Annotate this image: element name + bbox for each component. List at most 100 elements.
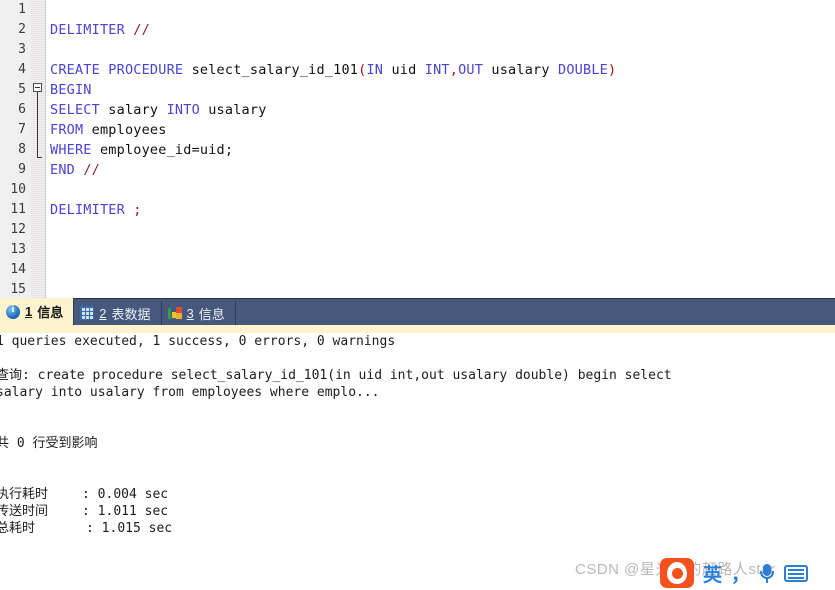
block-part <box>167 308 171 319</box>
code-token: DELIMITER <box>50 202 125 218</box>
editor-line[interactable]: 10 <box>0 180 835 200</box>
code-token: // <box>83 162 100 178</box>
result-tab-1[interactable]: 1 信息 <box>0 298 75 325</box>
line-code[interactable]: SELECT salary INTO usalary <box>50 100 267 120</box>
editor-line[interactable]: 6 SELECT salary INTO usalary <box>0 100 835 120</box>
line-number: 15 <box>10 282 26 297</box>
sql-editor[interactable]: 1 2 DELIMITER //3 4 CREATE PROCEDURE select_… <box>0 0 835 298</box>
line-number: 3 <box>18 42 26 57</box>
editor-line[interactable]: 3 <box>0 40 835 60</box>
block-part <box>175 313 182 319</box>
info-icon <box>6 304 20 319</box>
sogou-ime-toolbar[interactable]: 英 ， <box>660 556 835 590</box>
code-token: // <box>133 22 150 38</box>
line-number: 5 <box>18 82 26 97</box>
line-number: 9 <box>18 162 26 177</box>
line-number: 6 <box>18 102 26 117</box>
code-token: employees <box>83 122 167 138</box>
code-token: PROCEDURE <box>108 62 184 78</box>
tab-index: 1 <box>25 304 33 319</box>
code-token: OUT <box>458 62 484 78</box>
code-token: INT <box>424 62 450 78</box>
editor-line[interactable]: 5 BEGIN <box>0 80 835 100</box>
code-token: INTO <box>166 102 200 118</box>
timing-label: 执行耗时 <box>0 487 49 502</box>
code-token: ; <box>133 202 142 218</box>
line-number: 2 <box>18 22 26 37</box>
timing-value: : 1.015 sec <box>86 521 173 536</box>
code-token: SELECT <box>50 102 100 118</box>
editor-line[interactable]: 9 END // <box>0 160 835 180</box>
mysql-client-window: 1 2 DELIMITER //3 4 CREATE PROCEDURE select_… <box>0 0 835 590</box>
code-token: usalary <box>199 102 267 118</box>
code-token: DOUBLE <box>558 62 608 78</box>
line-number: 8 <box>18 142 26 157</box>
timing-label: 总耗时 <box>0 521 36 536</box>
line-code[interactable]: BEGIN <box>50 80 92 100</box>
keyboard-icon[interactable] <box>784 564 809 582</box>
timing-value: : 1.011 sec <box>82 504 169 519</box>
code-token: usalary <box>483 62 559 78</box>
code-token: select_salary_id_101 <box>183 62 359 78</box>
editor-line[interactable]: 1 <box>0 0 835 20</box>
line-number: 13 <box>10 242 26 257</box>
code-token: CREATE <box>50 62 100 78</box>
result-message-panel[interactable]: 1 queries executed, 1 success, 0 errors,… <box>0 333 835 590</box>
result-query-line-1: 查询: create procedure select_salary_id_10… <box>0 368 672 383</box>
editor-line[interactable]: 2 DELIMITER // <box>0 20 835 40</box>
sogou-logo-icon[interactable] <box>660 558 694 588</box>
editor-line[interactable]: 13 <box>0 240 835 260</box>
line-code[interactable]: DELIMITER // <box>50 20 150 40</box>
grid-icon <box>80 306 95 320</box>
editor-line[interactable]: 8 WHERE employee_id=uid; <box>0 140 835 160</box>
ime-punctuation-toggle[interactable]: ， <box>731 560 750 587</box>
timing-value: : 0.004 sec <box>82 487 169 502</box>
line-code[interactable]: CREATE PROCEDURE select_salary_id_101(IN… <box>50 60 616 80</box>
editor-lines[interactable]: 1 2 DELIMITER //3 4 CREATE PROCEDURE select_… <box>0 0 835 298</box>
fold-toggle-begin-end[interactable] <box>33 83 42 92</box>
ime-mode-toggle[interactable]: 英 <box>703 560 722 587</box>
timing-row: 传送时间 : 1.011 sec <box>0 503 835 520</box>
result-query-line-2: salary into usalary from employees where… <box>0 385 380 400</box>
result-affected-rows: 共 0 行受到影响 <box>0 436 98 451</box>
timing-label: 传送时间 <box>0 504 49 519</box>
result-tab-bar[interactable]: 1信息2表数据3信息 <box>0 298 835 325</box>
code-token: WHERE <box>50 142 92 158</box>
result-tab-2[interactable]: 2 表数据 <box>74 301 162 325</box>
result-tab-3[interactable]: 3 信息 <box>162 301 236 325</box>
line-code[interactable]: WHERE employee_id=uid; <box>50 140 233 160</box>
editor-line[interactable]: 15 <box>0 280 835 298</box>
code-token: ) <box>607 62 617 78</box>
tab-label: 信息 <box>37 305 64 320</box>
line-code[interactable]: END // <box>50 160 100 180</box>
line-number: 4 <box>18 62 26 77</box>
line-number: 7 <box>18 122 26 137</box>
line-code[interactable]: DELIMITER ; <box>50 200 142 220</box>
line-code[interactable]: FROM employees <box>50 120 167 140</box>
tab-index: 3 <box>186 305 194 321</box>
code-token: END <box>50 162 75 178</box>
microphone-icon[interactable] <box>759 562 775 584</box>
tab-label: 信息 <box>198 306 225 322</box>
editor-line[interactable]: 14 <box>0 260 835 280</box>
code-token: salary <box>99 102 167 118</box>
tab-index: 2 <box>99 305 107 321</box>
editor-line[interactable]: 11 DELIMITER ; <box>0 200 835 220</box>
editor-line[interactable]: 12 <box>0 220 835 240</box>
editor-line[interactable]: 4 CREATE PROCEDURE select_salary_id_101(I… <box>0 60 835 80</box>
fold-bracket-foot <box>37 157 42 158</box>
code-token: FROM <box>50 122 84 138</box>
code-token: , <box>449 62 459 78</box>
fold-bracket-line <box>37 92 38 158</box>
code-token: employee_id=uid; <box>91 142 234 158</box>
line-number: 1 <box>18 2 26 17</box>
code-token: IN <box>366 62 384 78</box>
editor-line[interactable]: 7 FROM employees <box>0 120 835 140</box>
code-token: BEGIN <box>50 82 92 98</box>
active-tab-strip <box>0 325 835 333</box>
